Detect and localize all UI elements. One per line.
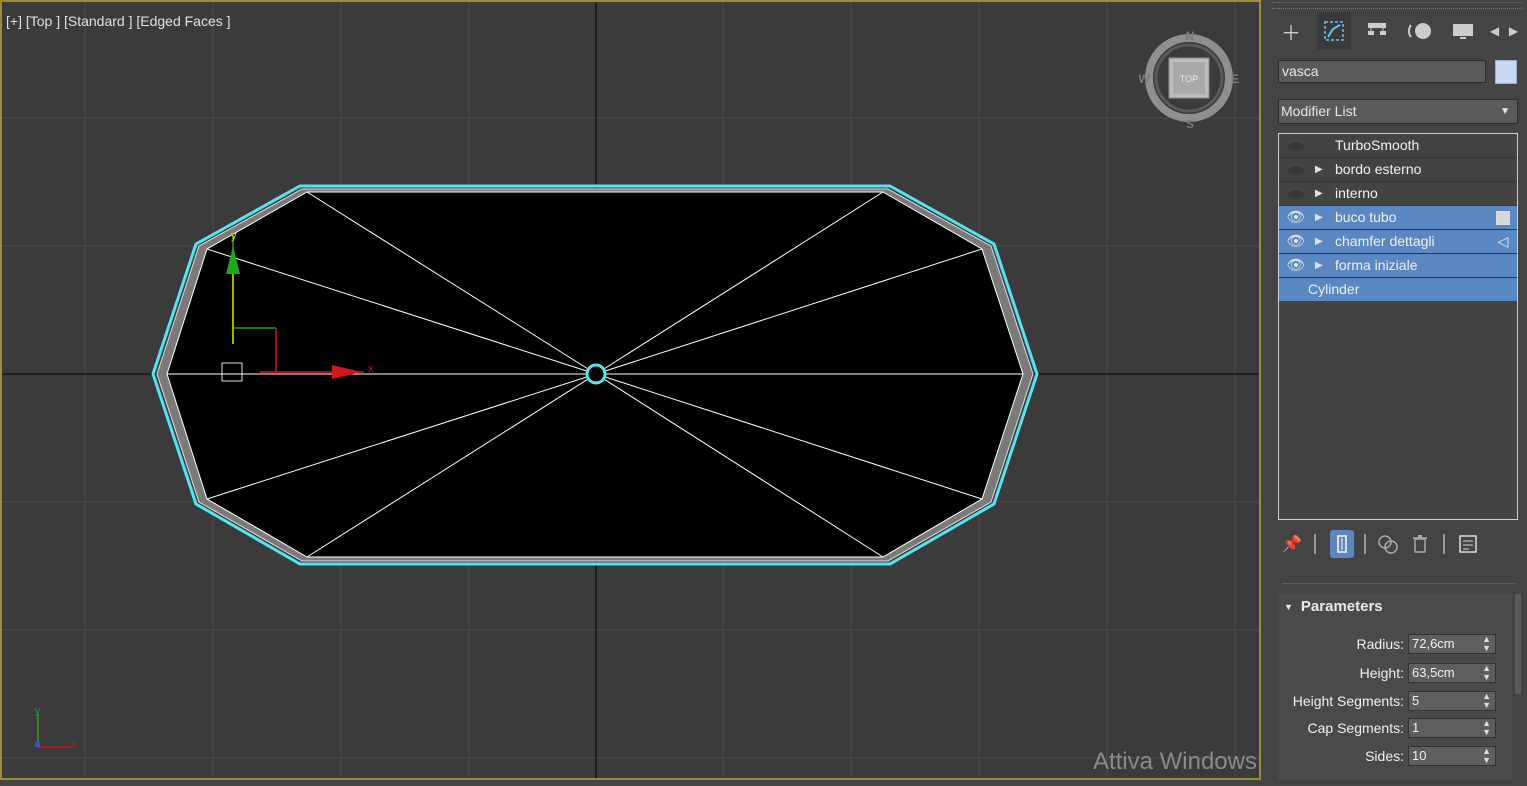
rollout-divider [1282,583,1516,584]
height-segments-field[interactable]: 5 ▲ ▼ [1408,691,1496,711]
viewport-canvas[interactable]: x y y x TOP N S E W [2,2,1261,780]
command-panel: ＋ ◀ ▶ vasca Modifier List ▼ TurboSmooth … [1268,0,1527,786]
create-tab-plus-icon[interactable]: ＋ [1274,12,1308,50]
object-color-swatch[interactable] [1495,60,1517,84]
cap-segments-field[interactable]: 1 ▲ ▼ [1408,718,1496,738]
stack-item-buco-tubo[interactable]: 👁 ▶ buco tubo [1279,206,1517,230]
expand-triangle-icon[interactable]: ▶ [1315,158,1323,181]
modifier-list-dropdown[interactable]: Modifier List ▼ [1278,99,1518,124]
expand-triangle-icon[interactable]: ▶ [1315,182,1323,205]
stack-item-turbosmooth[interactable]: TurboSmooth [1279,134,1517,158]
spinner-icon[interactable]: ▲ ▼ [1482,692,1491,710]
radius-field[interactable]: 72,6cm ▲ ▼ [1408,634,1496,654]
command-panel-tabs: ＋ ◀ ▶ [1272,12,1522,50]
parameters-rollout: ▼ Parameters Radius: 72,6cm ▲ ▼ Height: 63,… [1278,594,1512,780]
svg-text:TOP: TOP [1180,74,1198,84]
collapse-caret-icon: ▼ [1284,602,1293,613]
gizmo-x-label: x [368,363,374,375]
modifier-list-label: Modifier List [1281,103,1357,119]
parameters-header[interactable]: ▼ Parameters [1284,598,1383,615]
svg-text:E: E [1231,72,1239,86]
chevron-down-icon: ▼ [1500,106,1510,117]
svg-text:N: N [1186,29,1195,43]
motion-tab-icon[interactable] [1403,12,1437,50]
object-name-field[interactable]: vasca [1278,60,1486,83]
eye-icon[interactable] [1285,134,1307,157]
viewcube[interactable]: TOP N S E W [1138,29,1239,131]
stack-item-bordo-esterno[interactable]: ▶ bordo esterno [1279,158,1517,182]
trash-icon[interactable] [1408,530,1432,558]
svg-text:x: x [72,739,77,750]
arrow-right-icon[interactable]: ▶ [1505,12,1522,50]
modifier-stack-toolbar: 📌 [1278,530,1518,560]
modifier-stack[interactable]: TurboSmooth ▶ bordo esterno ▶ interno 👁 … [1278,133,1518,520]
svg-text:W: W [1138,72,1150,86]
stack-item-chamfer-dettagli[interactable]: 👁 ▶ chamfer dettagli ◁ [1279,230,1517,254]
eye-icon[interactable]: 👁 [1285,254,1307,277]
eye-icon[interactable] [1285,158,1307,181]
height-param: Height: 63,5cm ▲ ▼ [1278,663,1508,685]
eye-icon[interactable]: 👁 [1285,230,1307,253]
svg-text:y: y [35,706,40,717]
spinner-icon[interactable]: ▲ ▼ [1482,719,1491,737]
stack-item-forma-iniziale[interactable]: 👁 ▶ forma iniziale [1279,254,1517,278]
spinner-icon[interactable]: ▲ ▼ [1482,635,1491,653]
arrow-left-icon[interactable]: ◀ [1486,12,1503,50]
pin-stack-icon[interactable]: 📌 [1280,530,1304,558]
box-gizmo-icon [1495,206,1511,229]
make-unique-icon[interactable] [1376,530,1400,558]
spinner-icon[interactable]: ▲ ▼ [1482,747,1491,765]
sides-field[interactable]: 10 ▲ ▼ [1408,746,1496,766]
top-viewport[interactable]: x y y x TOP N S E W [+] [Top ] [Standard… [0,0,1261,780]
display-tab-icon[interactable] [1446,12,1480,50]
cap-segments-param: Cap Segments: 1 ▲ ▼ [1278,718,1508,740]
stack-item-interno[interactable]: ▶ interno [1279,182,1517,206]
eye-icon[interactable] [1285,182,1307,205]
spinner-icon[interactable]: ▲ ▼ [1482,664,1491,682]
expand-triangle-icon[interactable]: ▶ [1315,230,1323,253]
panel-grip[interactable] [1272,2,1522,9]
pivot-hole [585,363,607,385]
panel-scrollbar[interactable] [1515,594,1521,694]
svg-text:S: S [1186,117,1194,131]
gizmo-y-label: y [231,230,237,242]
sides-param: Sides: 10 ▲ ▼ [1278,746,1508,768]
radius-param: Radius: 72,6cm ▲ ▼ [1278,634,1508,656]
stack-item-cylinder[interactable]: Cylinder [1279,278,1517,301]
show-end-result-icon[interactable] [1330,530,1354,558]
configure-modifier-sets-icon[interactable] [1456,530,1480,558]
modify-tab-icon[interactable] [1317,12,1351,50]
corner-axis-tripod: y x [35,706,77,750]
expand-triangle-icon[interactable]: ▶ [1315,254,1323,277]
windows-activation-watermark: Attiva Windows [1092,748,1257,775]
height-segments-param: Height Segments: 5 ▲ ▼ [1278,691,1508,713]
eye-icon[interactable]: 👁 [1285,206,1307,229]
hierarchy-tab-icon[interactable] [1360,12,1394,50]
expand-triangle-icon[interactable]: ▶ [1315,206,1323,229]
viewport-label-menu[interactable]: [+] [Top ] [Standard ] [Edged Faces ] [6,13,231,29]
height-field[interactable]: 63,5cm ▲ ▼ [1408,663,1496,683]
triangle-gizmo-icon: ◁ [1497,233,1509,249]
